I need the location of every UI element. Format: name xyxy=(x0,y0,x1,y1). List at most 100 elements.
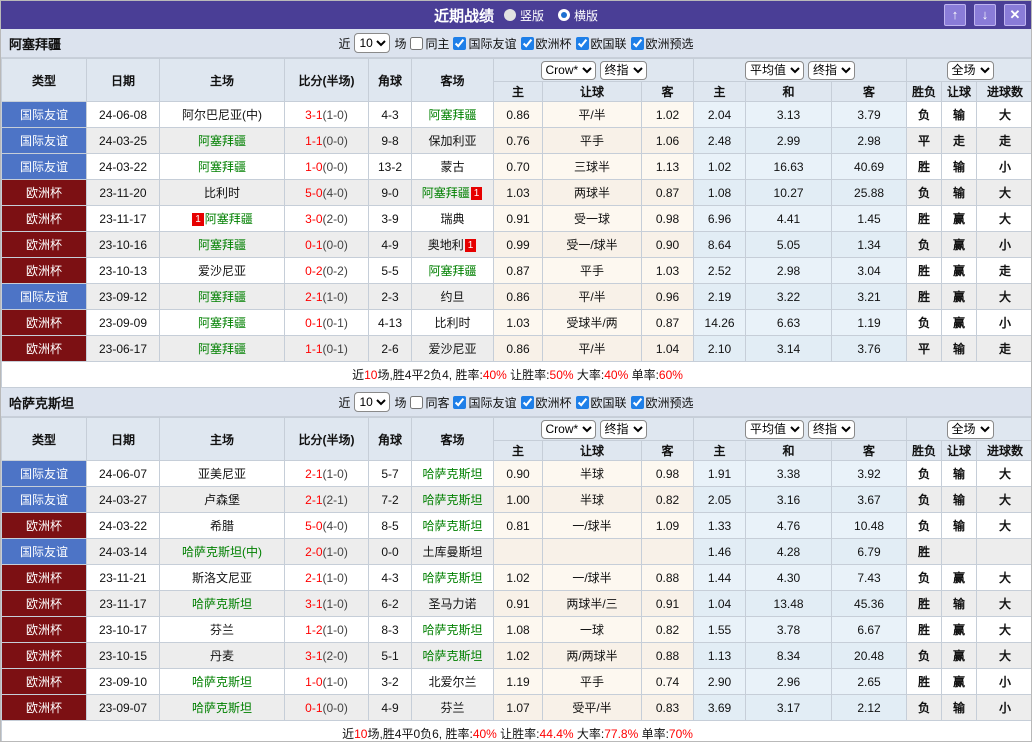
crow-away-odds-cell: 1.09 xyxy=(642,513,694,539)
home-team-cell: 爱沙尼亚 xyxy=(160,258,285,284)
league-filter-checkbox-label[interactable]: 欧国联 xyxy=(576,35,627,52)
crow-handicap-cell: 受平/半 xyxy=(543,695,642,721)
same-venue-checkbox[interactable] xyxy=(410,37,423,50)
odds-source-select[interactable]: 终指 xyxy=(600,420,647,439)
away-team-cell: 芬兰 xyxy=(412,695,494,721)
home-team-cell: 哈萨克斯坦(中) xyxy=(160,539,285,565)
column-subheader: 主 xyxy=(494,82,543,102)
odds-source-select[interactable]: Crow* xyxy=(541,61,596,80)
same-venue-checkbox-label[interactable]: 同主 xyxy=(410,35,449,52)
league-filter-checkbox[interactable] xyxy=(453,396,466,409)
league-filter-checkbox[interactable] xyxy=(453,37,466,50)
crow-handicap-cell: 受球半/两 xyxy=(543,310,642,336)
filter-suffix-label: 场 xyxy=(394,35,406,52)
date-cell: 24-06-07 xyxy=(87,461,160,487)
avg-draw-odds-cell: 3.38 xyxy=(746,461,832,487)
home-team-name: 比利时 xyxy=(204,186,240,200)
move-up-button[interactable]: ↑ xyxy=(944,4,966,26)
avg-away-odds-cell: 3.92 xyxy=(832,461,907,487)
crow-away-odds-cell: 0.91 xyxy=(642,591,694,617)
goals-over-under-cell: 小 xyxy=(977,310,1032,336)
league-filter-checkbox-label[interactable]: 欧洲杯 xyxy=(521,35,572,52)
crow-handicap-cell: 两/两球半 xyxy=(543,643,642,669)
crow-home-odds-cell: 0.86 xyxy=(494,336,543,362)
column-header: 主场 xyxy=(160,59,285,102)
league-filter-checkbox-label[interactable]: 欧国联 xyxy=(576,394,627,411)
handicap-result-cell: 赢 xyxy=(942,206,977,232)
league-filter-checkbox-label[interactable]: 欧洲杯 xyxy=(521,394,572,411)
corners-cell: 8-5 xyxy=(369,513,412,539)
avg-away-odds-cell: 1.19 xyxy=(832,310,907,336)
score-cell: 0-1(0-0) xyxy=(285,695,369,721)
half-time-score: (1-0) xyxy=(323,675,348,689)
column-subheader: 主 xyxy=(494,441,543,461)
summary-cell: 近10场,胜4平2负4, 胜率:40% 让胜率:50% 大率:40% 单率:60… xyxy=(2,362,1032,388)
league-filter-checkbox[interactable] xyxy=(521,37,534,50)
half-time-score: (1-0) xyxy=(323,623,348,637)
league-filter-checkbox[interactable] xyxy=(576,37,589,50)
odds-source-select[interactable]: 终指 xyxy=(808,61,855,80)
handicap-result-cell: 赢 xyxy=(942,232,977,258)
crow-home-odds-cell: 0.86 xyxy=(494,102,543,128)
odds-source-select[interactable]: 平均值 xyxy=(745,61,804,80)
half-time-score: (0-1) xyxy=(323,316,348,330)
full-time-score: 2-1 xyxy=(305,467,322,481)
match-count-select[interactable]: 10 xyxy=(354,33,390,53)
league-filter-checkbox-label[interactable]: 欧洲预选 xyxy=(631,35,694,52)
league-cell: 欧洲杯 xyxy=(2,232,87,258)
league-filter-checkbox[interactable] xyxy=(576,396,589,409)
half-time-score: (1-0) xyxy=(323,545,348,559)
odds-source-select[interactable]: 终指 xyxy=(600,61,647,80)
full-time-score: 2-1 xyxy=(305,571,322,585)
league-filter-checkbox[interactable] xyxy=(521,396,534,409)
odds-source-select[interactable]: 平均值 xyxy=(745,420,804,439)
away-team-name: 圣马力诺 xyxy=(428,597,476,611)
goals-over-under-cell xyxy=(977,539,1032,565)
half-time-score: (1-0) xyxy=(323,467,348,481)
odds-source-select[interactable]: 终指 xyxy=(808,420,855,439)
radio-vertical-layout[interactable]: 竖版 xyxy=(504,7,544,24)
match-count-select[interactable]: 10 xyxy=(354,392,390,412)
close-button[interactable]: ✕ xyxy=(1004,4,1026,26)
match-row: 欧洲杯23-09-09阿塞拜疆0-1(0-1)4-13比利时1.03受球半/两0… xyxy=(2,310,1032,336)
away-team-name: 哈萨克斯坦 xyxy=(422,571,482,585)
radio-horizontal-layout[interactable]: 横版 xyxy=(558,7,598,24)
filter-bar: 近10场同客国际友谊欧洲杯欧国联欧洲预选 xyxy=(1,392,1031,412)
move-down-button[interactable]: ↓ xyxy=(974,4,996,26)
league-filter-checkbox-label[interactable]: 国际友谊 xyxy=(453,35,516,52)
league-cell: 欧洲杯 xyxy=(2,565,87,591)
red-card-badge: 1 xyxy=(192,213,204,226)
crow-handicap-cell: 平手 xyxy=(543,128,642,154)
win-draw-loss-cell: 负 xyxy=(907,513,942,539)
avg-home-odds-cell: 1.04 xyxy=(694,591,746,617)
league-cell: 欧洲杯 xyxy=(2,258,87,284)
league-filter-checkbox[interactable] xyxy=(631,396,644,409)
odds-source-select[interactable]: 全场 xyxy=(947,61,994,80)
avg-draw-odds-cell: 3.78 xyxy=(746,617,832,643)
league-filter-checkbox[interactable] xyxy=(631,37,644,50)
match-row: 欧洲杯23-11-21斯洛文尼亚2-1(1-0)4-3哈萨克斯坦1.02一/球半… xyxy=(2,565,1032,591)
odds-source-select[interactable]: Crow* xyxy=(541,420,596,439)
away-team-cell: 奥地利1 xyxy=(412,232,494,258)
avg-away-odds-cell: 1.45 xyxy=(832,206,907,232)
date-cell: 23-10-15 xyxy=(87,643,160,669)
score-cell: 5-0(4-0) xyxy=(285,180,369,206)
match-row: 欧洲杯23-11-17哈萨克斯坦3-1(1-0)6-2圣马力诺0.91两球半/三… xyxy=(2,591,1032,617)
half-time-score: (1-0) xyxy=(323,597,348,611)
league-filter-checkbox-label[interactable]: 国际友谊 xyxy=(453,394,516,411)
filter-suffix-label: 场 xyxy=(394,394,406,411)
column-header: 角球 xyxy=(369,59,412,102)
avg-away-odds-cell: 7.43 xyxy=(832,565,907,591)
same-venue-checkbox-label[interactable]: 同客 xyxy=(410,394,449,411)
league-filter-checkbox-label[interactable]: 欧洲预选 xyxy=(631,394,694,411)
league-cell: 欧洲杯 xyxy=(2,310,87,336)
same-venue-checkbox[interactable] xyxy=(410,396,423,409)
column-header: 类型 xyxy=(2,418,87,461)
match-row: 欧洲杯23-09-10哈萨克斯坦1-0(1-0)3-2北爱尔兰1.19平手0.7… xyxy=(2,669,1032,695)
home-team-cell: 哈萨克斯坦 xyxy=(160,591,285,617)
avg-draw-odds-cell: 3.22 xyxy=(746,284,832,310)
league-cell: 国际友谊 xyxy=(2,461,87,487)
half-time-score: (0-0) xyxy=(323,238,348,252)
odds-source-select[interactable]: 全场 xyxy=(947,420,994,439)
avg-home-odds-cell: 1.08 xyxy=(694,180,746,206)
